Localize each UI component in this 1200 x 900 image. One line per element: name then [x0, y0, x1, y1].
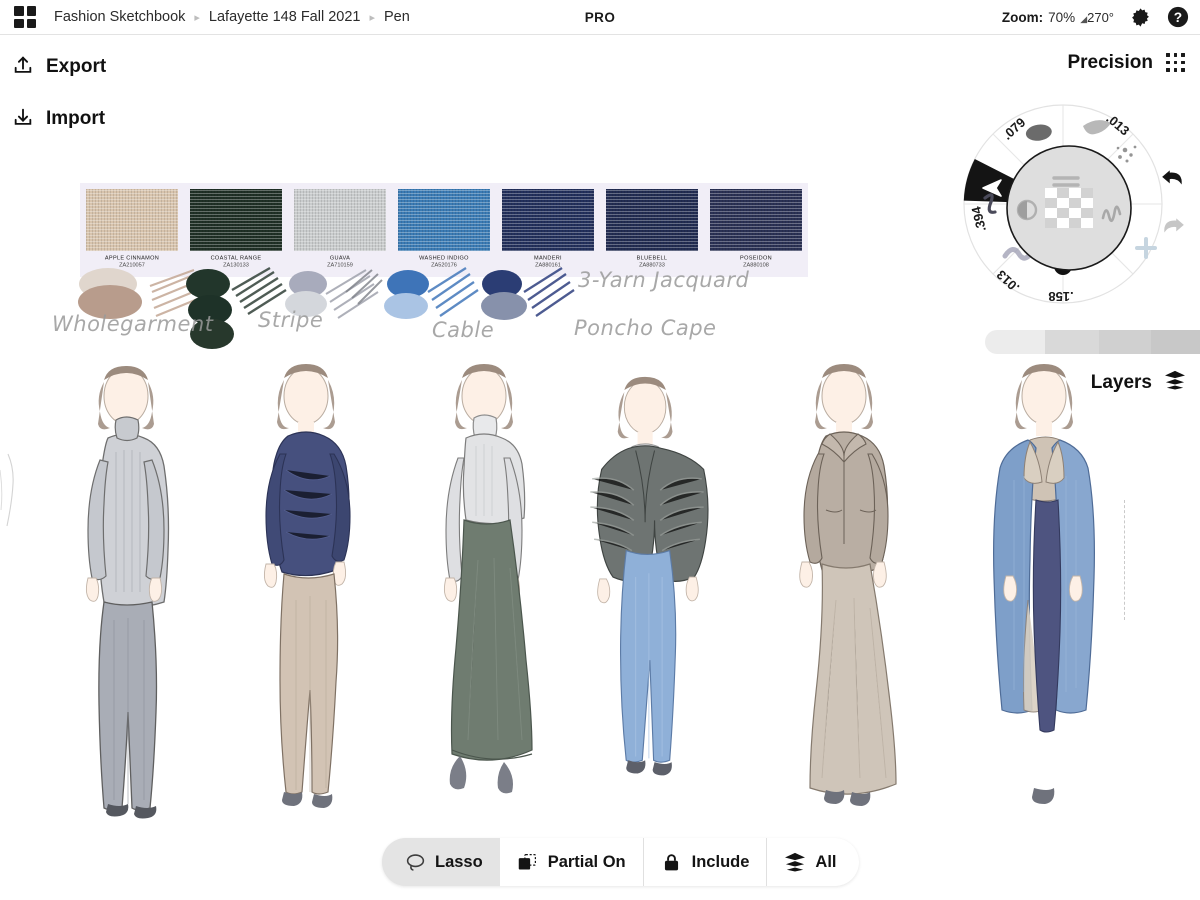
lock-icon — [661, 851, 683, 873]
tool-all-label: All — [815, 853, 836, 872]
annotation-stripe: Stripe — [258, 308, 323, 332]
swatch-chip — [294, 189, 386, 251]
download-icon — [12, 106, 34, 133]
yarn-blob — [384, 293, 428, 319]
yarn-blob — [481, 292, 527, 320]
transparency-checker-icon — [1045, 188, 1093, 228]
swatch-chip — [502, 189, 594, 251]
export-button[interactable]: Export — [12, 50, 106, 84]
breadcrumb-item-1[interactable]: Lafayette 148 Fall 2021 — [209, 9, 361, 25]
figure-neck — [1036, 422, 1052, 436]
tool-partial-on[interactable]: Partial On — [500, 838, 644, 886]
swatch-chip — [606, 189, 698, 251]
app-header: Fashion Sketchbook ▸ Lafayette 148 Fall … — [0, 0, 1200, 35]
figure-jacket-maxi-skirt[interactable] — [760, 360, 930, 830]
precision-label: Precision — [1067, 52, 1153, 74]
segment — [1045, 330, 1099, 354]
swatch-chip — [190, 189, 282, 251]
partial-icon — [517, 851, 539, 873]
figure-white-turtleneck-long-skirt[interactable] — [400, 360, 570, 830]
yarn-scribble — [428, 268, 478, 316]
figure-shoes — [626, 760, 672, 775]
zoom-value: 70% — [1048, 10, 1075, 25]
breadcrumb-separator: ▸ — [194, 11, 200, 24]
annotation-poncho-cape: Poncho Cape — [574, 316, 716, 340]
figure-shoes — [450, 756, 513, 793]
garment-trousers — [1033, 500, 1060, 732]
segment — [1099, 330, 1151, 354]
lasso-icon — [404, 851, 426, 873]
rotation-angle: ◢270° — [1080, 10, 1114, 25]
figure-navy-knit-top-taupe-pants[interactable] — [222, 360, 392, 830]
yarn-blob-row — [0, 262, 1000, 357]
precision-brush-wheel[interactable]: .079 .013 .158 .013 .394 — [963, 88, 1163, 320]
export-label: Export — [46, 56, 106, 78]
tool-lasso[interactable]: Lasso — [382, 838, 500, 886]
figure-head — [815, 364, 873, 429]
swatch-chip — [86, 189, 178, 251]
breadcrumb: Fashion Sketchbook ▸ Lafayette 148 Fall … — [54, 9, 410, 25]
tool-include-label: Include — [692, 853, 750, 872]
segment — [1151, 330, 1200, 354]
tool-lasso-label: Lasso — [435, 853, 483, 872]
svg-text:?: ? — [1174, 10, 1182, 25]
redo-arrow-icon[interactable] — [1160, 213, 1186, 239]
garment-denim — [621, 551, 676, 763]
zoom-label: Zoom: — [1002, 10, 1043, 25]
swatch-name: POSEIDON — [685, 255, 828, 261]
yarn-scribble — [326, 270, 378, 318]
dot-grid-icon[interactable] — [1166, 53, 1186, 73]
figure-shoes — [1032, 788, 1054, 804]
gear-icon[interactable] — [1128, 5, 1152, 29]
annotation-wholegarment: Wholegarment — [52, 312, 213, 336]
yarn-scribble — [524, 268, 574, 316]
garment-maxi-skirt — [810, 564, 896, 794]
selection-toolbar: Lasso Partial On Include — [382, 838, 859, 886]
header-right-controls: Zoom: 70% ◢270° ? — [1002, 5, 1190, 29]
layers-all-icon — [784, 851, 806, 873]
import-label: Import — [46, 108, 105, 130]
wheel-label-158: .158 — [1048, 289, 1073, 304]
figure-head — [277, 364, 335, 429]
swatch-chip — [398, 189, 490, 251]
rotation-angle-value: 270° — [1087, 10, 1114, 25]
sketch-canvas[interactable] — [0, 360, 1200, 840]
garment-bottom — [280, 574, 338, 794]
segment — [985, 330, 1045, 354]
annotation-jacquard: 3-Yarn Jacquard — [578, 268, 749, 292]
opacity-segment-bar[interactable] — [985, 330, 1200, 354]
garment-top — [266, 432, 350, 576]
pro-badge: PRO — [570, 10, 630, 25]
annotation-cable: Cable — [432, 318, 494, 342]
undo-arrow-icon[interactable] — [1160, 165, 1186, 191]
tool-all[interactable]: All — [767, 838, 858, 886]
figure-poncho-cape-denim[interactable] — [562, 360, 732, 830]
import-button[interactable]: Import — [12, 102, 105, 136]
garment-jacket — [804, 432, 888, 574]
breadcrumb-item-2[interactable]: Pen — [384, 9, 410, 25]
figure-head — [618, 377, 673, 439]
undo-redo-group — [1160, 165, 1200, 261]
figure-head — [1015, 364, 1073, 429]
app-menu-icon[interactable] — [14, 6, 36, 28]
breadcrumb-separator: ▸ — [369, 11, 375, 24]
swatch-chip — [710, 189, 802, 251]
tool-partial-on-label: Partial On — [548, 853, 626, 872]
precision-toggle[interactable]: Precision — [1067, 52, 1186, 74]
breadcrumb-item-0[interactable]: Fashion Sketchbook — [54, 9, 185, 25]
tool-include[interactable]: Include — [644, 838, 768, 886]
zoom-indicator[interactable]: Zoom: 70% ◢270° — [1002, 10, 1114, 25]
figure-shoes — [282, 792, 332, 808]
garment-bottom — [99, 602, 157, 810]
yarn-blob — [186, 269, 230, 299]
help-icon[interactable]: ? — [1166, 5, 1190, 29]
figure-blue-long-coat[interactable] — [960, 360, 1130, 830]
upload-icon — [12, 54, 34, 81]
canvas-guide-line — [1124, 500, 1125, 620]
figure-ribbed-turtleneck-trousers[interactable] — [42, 360, 212, 830]
